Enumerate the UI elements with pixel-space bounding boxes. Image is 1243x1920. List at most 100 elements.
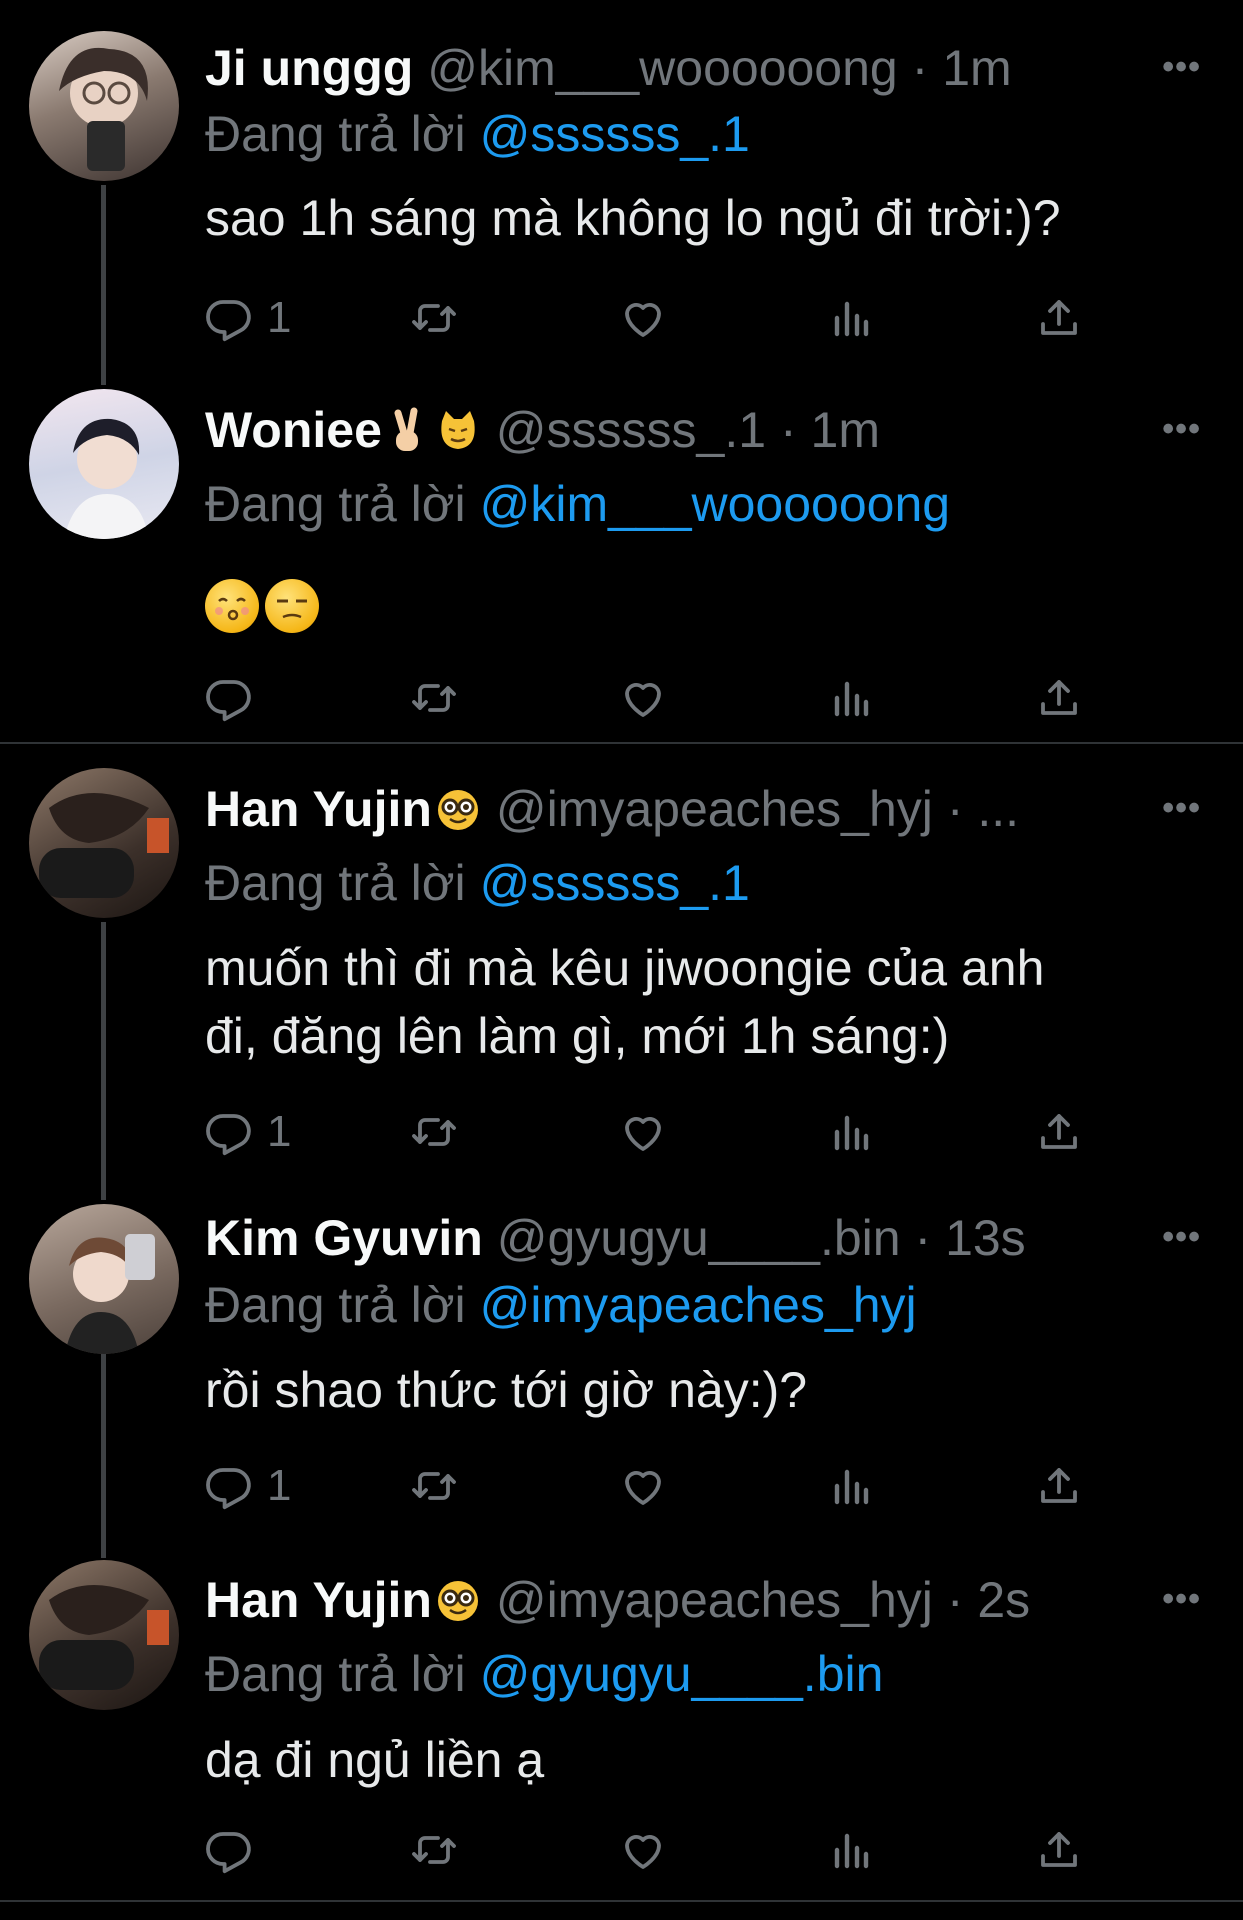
replying-to-prefix: Đang trả lời [205,476,466,532]
cat-emoji [441,411,475,449]
reply-mention-link[interactable]: @imyapeaches_hyj [480,1277,917,1333]
timestamp[interactable]: 13s [945,1210,1026,1266]
reply-button[interactable] [205,670,253,726]
avatar[interactable] [29,1560,179,1710]
like-button[interactable] [619,1458,667,1514]
retweet-button[interactable] [410,670,458,726]
share-icon [1035,674,1083,722]
avatar[interactable] [29,768,179,918]
timestamp[interactable]: 1m [942,40,1011,96]
more-icon[interactable]: ••• [1162,1580,1201,1619]
views-button[interactable] [827,1104,875,1160]
like-icon [619,1108,667,1156]
retweet-icon [410,674,458,722]
timestamp[interactable]: 2s [977,1572,1030,1628]
reply-icon [205,1462,253,1510]
separator: · [946,781,964,837]
reply-mention-link[interactable]: @gyugyu____.bin [480,1646,884,1702]
display-name[interactable]: Han Yujin [205,781,432,837]
reply-button[interactable]: 1 [205,1104,291,1160]
more-icon[interactable]: ••• [1162,48,1201,87]
retweet-button[interactable] [410,1104,458,1160]
more-icon[interactable]: ••• [1162,1218,1201,1257]
tweet-actions [205,670,1105,726]
retweet-icon [410,1462,458,1510]
views-icon [827,674,875,722]
display-name[interactable]: Woniee [205,402,382,458]
handle[interactable]: @ssssss_.1 [496,402,766,458]
tweet-actions: 1 [205,1104,1105,1160]
unamused-face-emoji [265,578,319,633]
tweet-header: Ji unggg @kim___woooooong · 1m [205,38,1243,98]
replying-to-prefix: Đang trả lời [205,855,466,911]
tweet-text: rồi shao thức tới giờ này:)? [205,1362,808,1418]
avatar[interactable] [29,389,179,539]
replying-to: Đang trả lời @imyapeaches_hyj [205,1275,917,1335]
kissing-face-emoji [205,578,259,633]
like-button[interactable] [619,290,667,346]
tweet-header: Woniee @ssssss_.1 · 1m [205,400,1243,460]
separator: · [946,1572,964,1628]
retweet-icon [410,1108,458,1156]
reply-count: 1 [267,1107,292,1156]
like-icon [619,294,667,342]
timestamp[interactable]: ... [977,781,1019,837]
share-icon [1035,1462,1083,1510]
share-button[interactable] [1035,670,1083,726]
views-icon [827,1462,875,1510]
share-button[interactable] [1035,1822,1083,1878]
handle[interactable]: @imyapeaches_hyj [496,781,933,837]
handle[interactable]: @imyapeaches_hyj [496,1572,933,1628]
more-icon[interactable]: ••• [1162,789,1201,828]
share-button[interactable] [1035,290,1083,346]
reply-button[interactable]: 1 [205,1458,291,1514]
tweet-header: Kim Gyuvin @gyugyu____.bin · 13s [205,1208,1243,1268]
display-name[interactable]: Ji unggg [205,40,413,96]
display-name[interactable]: Kim Gyuvin [205,1210,483,1266]
thread-connector [101,922,106,1200]
views-button[interactable] [827,670,875,726]
thread-divider [0,1900,1243,1902]
tweet-text-line: đi, đăng lên làm gì, mới 1h sáng:) [205,1008,950,1064]
more-icon[interactable]: ••• [1162,410,1201,449]
avatar[interactable] [29,1204,179,1354]
views-icon [827,1108,875,1156]
reply-mention-link[interactable]: @kim___woooooong [480,476,951,532]
reply-icon [205,1108,253,1156]
views-icon [827,1826,875,1874]
views-button[interactable] [827,290,875,346]
like-button[interactable] [619,1104,667,1160]
tweet-actions: 1 [205,290,1105,346]
retweet-button[interactable] [410,290,458,346]
handle[interactable]: @gyugyu____.bin [497,1210,901,1266]
replying-to-prefix: Đang trả lời [205,106,466,162]
like-button[interactable] [619,1822,667,1878]
views-button[interactable] [827,1822,875,1878]
tweet-text: dạ đi ngủ liền ạ [205,1732,545,1788]
separator: · [779,402,797,458]
share-button[interactable] [1035,1104,1083,1160]
reply-button[interactable] [205,1822,253,1878]
reply-mention-link[interactable]: @ssssss_.1 [480,855,750,911]
reply-mention-link[interactable]: @ssssss_.1 [480,106,750,162]
retweet-button[interactable] [410,1458,458,1514]
views-icon [827,294,875,342]
replying-to-prefix: Đang trả lời [205,1646,466,1702]
display-name[interactable]: Han Yujin [205,1572,432,1628]
share-button[interactable] [1035,1458,1083,1514]
share-icon [1035,1108,1083,1156]
thread-connector [101,185,106,385]
like-icon [619,674,667,722]
reply-count: 1 [267,1461,292,1510]
reply-button[interactable]: 1 [205,290,291,346]
avatar[interactable] [29,31,179,181]
retweet-button[interactable] [410,1822,458,1878]
timestamp[interactable]: 1m [811,402,880,458]
handle[interactable]: @kim___woooooong [427,40,898,96]
share-icon [1035,294,1083,342]
views-button[interactable] [827,1458,875,1514]
like-button[interactable] [619,670,667,726]
reply-icon [205,1826,253,1874]
replying-to: Đang trả lời @ssssss_.1 [205,853,750,913]
thread-divider [0,742,1243,744]
